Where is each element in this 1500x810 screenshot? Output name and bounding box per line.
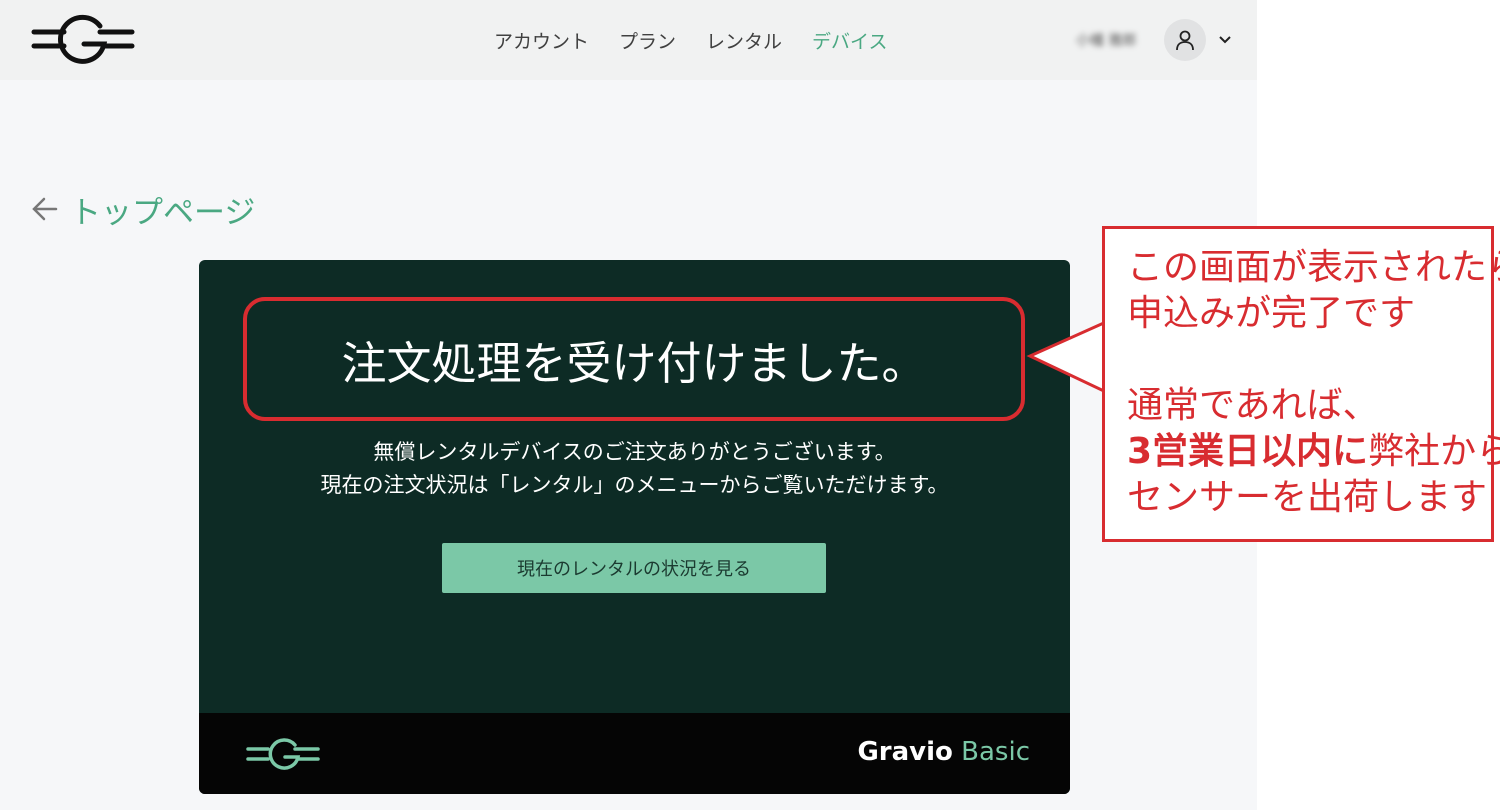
gravio-logo-icon[interactable] (30, 14, 136, 66)
user-menu[interactable]: 小幡 雅郎 (1076, 18, 1232, 62)
user-icon (1176, 30, 1194, 51)
description-line-1: 無償レンタルデバイスのご注文ありがとうございます。 (373, 440, 896, 464)
callout-line-3: 通常であれば、 (1127, 385, 1379, 426)
nav-item-plan[interactable]: プラン (619, 26, 676, 58)
annotation-callout: この画面が表示されたら 申込みが完了です 通常であれば、 3営業日以内に弊社から… (1102, 226, 1500, 542)
brand-name: Gravio Basic (857, 737, 1030, 767)
gravio-logo-icon (246, 738, 320, 770)
callout-line-5: センサーを出荷します (1127, 477, 1488, 518)
callout-pointer (1026, 319, 1108, 395)
nav-item-device[interactable]: デバイス (812, 26, 887, 58)
nav-item-rental[interactable]: レンタル (706, 26, 782, 58)
user-name: 小幡 雅郎 (1076, 33, 1137, 49)
description-line-2: 現在の注文状況は「レンタル」のメニューからご覧いただけます。 (320, 473, 949, 497)
callout-line-4-rest: 弊社から (1368, 431, 1500, 472)
nav-item-account[interactable]: アカウント (494, 26, 589, 58)
card-title: 注文処理を受け付けました。 (341, 336, 927, 390)
brand-edition: Basic (961, 737, 1030, 767)
arrow-left-icon (32, 197, 58, 221)
callout-line-4: 3営業日以内に弊社から (1127, 429, 1500, 475)
callout-line-2: 申込みが完了です (1127, 293, 1416, 334)
main-nav: アカウント プラン レンタル デバイス (494, 26, 887, 58)
chevron-down-icon[interactable] (1218, 33, 1232, 47)
top-header: アカウント プラン レンタル デバイス 小幡 雅郎 (0, 0, 1257, 80)
view-rental-status-button[interactable]: 現在のレンタルの状況を見る (442, 543, 826, 593)
brand-name-main: Gravio (857, 737, 953, 767)
title-highlight-box: 注文処理を受け付けました。 (243, 297, 1025, 421)
callout-emphasis: 3営業日以内に (1127, 431, 1369, 472)
card-description: 無償レンタルデバイスのご注文ありがとうございます。 現在の注文状況は「レンタル」… (199, 436, 1070, 502)
back-to-top-link[interactable]: トップページ (30, 186, 255, 232)
avatar[interactable] (1164, 19, 1206, 61)
callout-line-1: この画面が表示されたら (1127, 247, 1500, 288)
card-footer: Gravio Basic (199, 713, 1070, 794)
back-link-label: トップページ (70, 194, 256, 231)
